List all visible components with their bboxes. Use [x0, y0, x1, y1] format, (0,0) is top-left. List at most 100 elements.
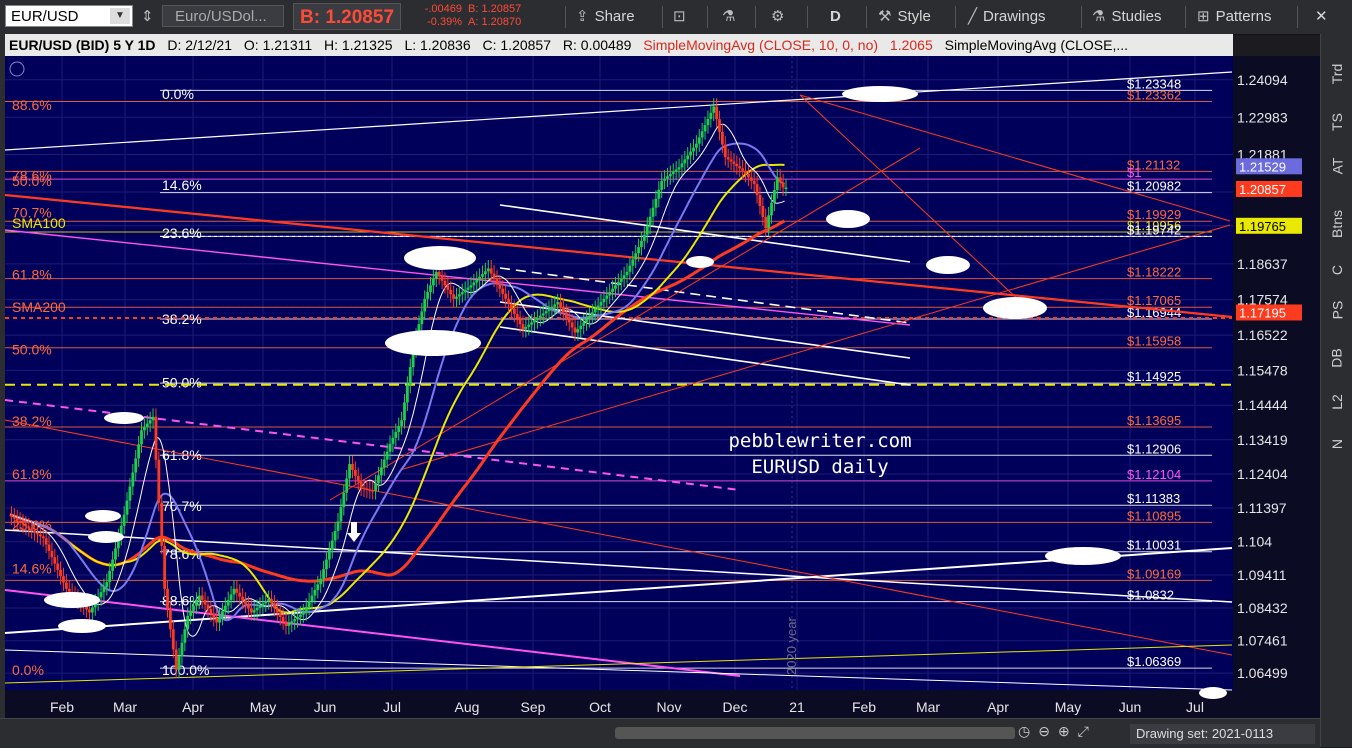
- fib-left-label: SMA200: [12, 299, 66, 315]
- candle-body: [498, 283, 502, 289]
- candle-body: [778, 177, 782, 183]
- right-tab-at[interactable]: AT: [1321, 158, 1352, 188]
- candle-body: [663, 178, 666, 181]
- candle-body: [99, 592, 103, 598]
- candle-body: [585, 319, 588, 323]
- candle-body: [41, 536, 45, 539]
- candle-body: [382, 459, 386, 468]
- candle-body: [680, 163, 684, 168]
- price-tag-label: 1.17195: [1239, 305, 1286, 320]
- candle-body: [431, 278, 435, 286]
- candle-body: [657, 189, 661, 199]
- candle-body: [784, 187, 788, 190]
- candle-body: [53, 557, 57, 564]
- candle-body: [206, 604, 210, 610]
- candle-body: [463, 289, 467, 293]
- highlight-marker: [826, 210, 870, 228]
- price-tag-label: 1.21529: [1239, 159, 1286, 174]
- candle-body: [538, 315, 542, 318]
- x-tick-label: Aug: [455, 699, 480, 715]
- candle-body: [388, 443, 392, 452]
- candle-body: [590, 312, 594, 316]
- candle-body: [466, 287, 470, 290]
- candle-body: [593, 308, 597, 313]
- candle-body: [475, 279, 479, 283]
- highlight-marker: [385, 330, 481, 356]
- candle-body: [512, 308, 516, 314]
- candle-body: [394, 432, 398, 438]
- x-tick-label: Feb: [50, 699, 74, 715]
- candle-body: [420, 311, 424, 325]
- fib-mid-label: 0.0%: [162, 86, 194, 102]
- price-chart[interactable]: 1.240941.229831.218811.207681.197651.186…: [0, 0, 1320, 718]
- candle-body: [732, 161, 736, 164]
- candle-body: [640, 240, 643, 248]
- candle-body: [368, 489, 372, 491]
- right-tab-l2[interactable]: L2: [1321, 394, 1352, 424]
- highlight-marker: [85, 510, 121, 522]
- candle-body: [186, 615, 190, 630]
- candle-body: [189, 610, 193, 616]
- candle-body: [47, 544, 51, 551]
- x-tick-label: 21: [789, 699, 805, 715]
- candle-body: [697, 137, 701, 144]
- horizontal-scrollbar[interactable]: [615, 727, 1015, 739]
- fib-level-label: $1.12104: [1127, 467, 1181, 482]
- x-tick-label: Sep: [521, 699, 546, 715]
- candle-body: [449, 289, 453, 295]
- candle-body: [38, 534, 42, 537]
- x-tick-label: Mar: [113, 699, 137, 715]
- candle-body: [718, 119, 721, 132]
- candle-body: [469, 285, 473, 288]
- candle-body: [278, 612, 282, 617]
- drawing-set-selector[interactable]: Drawing set: 2021-0113: [1130, 724, 1315, 744]
- right-tab-ts[interactable]: TS: [1321, 113, 1352, 144]
- candle-body: [359, 481, 363, 488]
- fib-mid-label: 14.6%: [162, 177, 202, 193]
- candle-body: [140, 430, 143, 445]
- candle-body: [605, 295, 609, 299]
- candle-body: [602, 298, 606, 303]
- candle-body: [726, 157, 730, 160]
- right-tab-trd[interactable]: Trd: [1321, 64, 1352, 96]
- candle-body: [212, 613, 216, 619]
- candle-body: [403, 402, 406, 421]
- candle-body: [706, 118, 710, 126]
- candle-body: [371, 490, 375, 492]
- candle-body: [738, 166, 742, 169]
- candle-body: [252, 610, 256, 613]
- candle-body: [290, 621, 294, 624]
- candle-body: [524, 326, 528, 330]
- fib-level-label: $1.14925: [1127, 369, 1181, 384]
- candle-body: [10, 514, 13, 517]
- annotation-year: 2020 year: [784, 617, 799, 675]
- right-tab-c[interactable]: C: [1321, 262, 1352, 292]
- candle-body: [50, 550, 54, 558]
- candle-body: [108, 570, 112, 583]
- candle-body: [429, 285, 432, 293]
- candle-body: [642, 234, 646, 241]
- candle-body: [255, 607, 259, 611]
- candle-body: [226, 600, 230, 606]
- right-tab-db[interactable]: DB: [1321, 348, 1352, 380]
- zoom-controls[interactable]: ◷⊖⊕⤢: [1018, 723, 1097, 740]
- x-tick-label: Jun: [314, 699, 337, 715]
- candle-body: [232, 588, 236, 595]
- right-sidebar: Trd TS AT Btns C PS DB L2 N: [1320, 34, 1352, 747]
- candle-body: [536, 317, 539, 321]
- y-tick-label: 1.14444: [1237, 397, 1288, 413]
- candle-body: [15, 518, 19, 521]
- candle-body: [570, 322, 574, 328]
- fib-left-label: 50.0%: [12, 341, 52, 357]
- candle-body: [686, 155, 690, 160]
- candle-body: [741, 168, 745, 171]
- highlight-marker: [926, 256, 970, 274]
- y-tick-label: 1.16522: [1237, 327, 1288, 343]
- right-tab-n[interactable]: N: [1321, 436, 1352, 466]
- right-tab-ps[interactable]: PS: [1321, 301, 1352, 332]
- candle-body: [599, 302, 603, 306]
- right-tab-btns[interactable]: Btns: [1321, 210, 1352, 246]
- candle-body: [504, 293, 508, 299]
- fib-level-label: $1.10895: [1127, 508, 1181, 523]
- x-tick-label: Jul: [1186, 699, 1204, 715]
